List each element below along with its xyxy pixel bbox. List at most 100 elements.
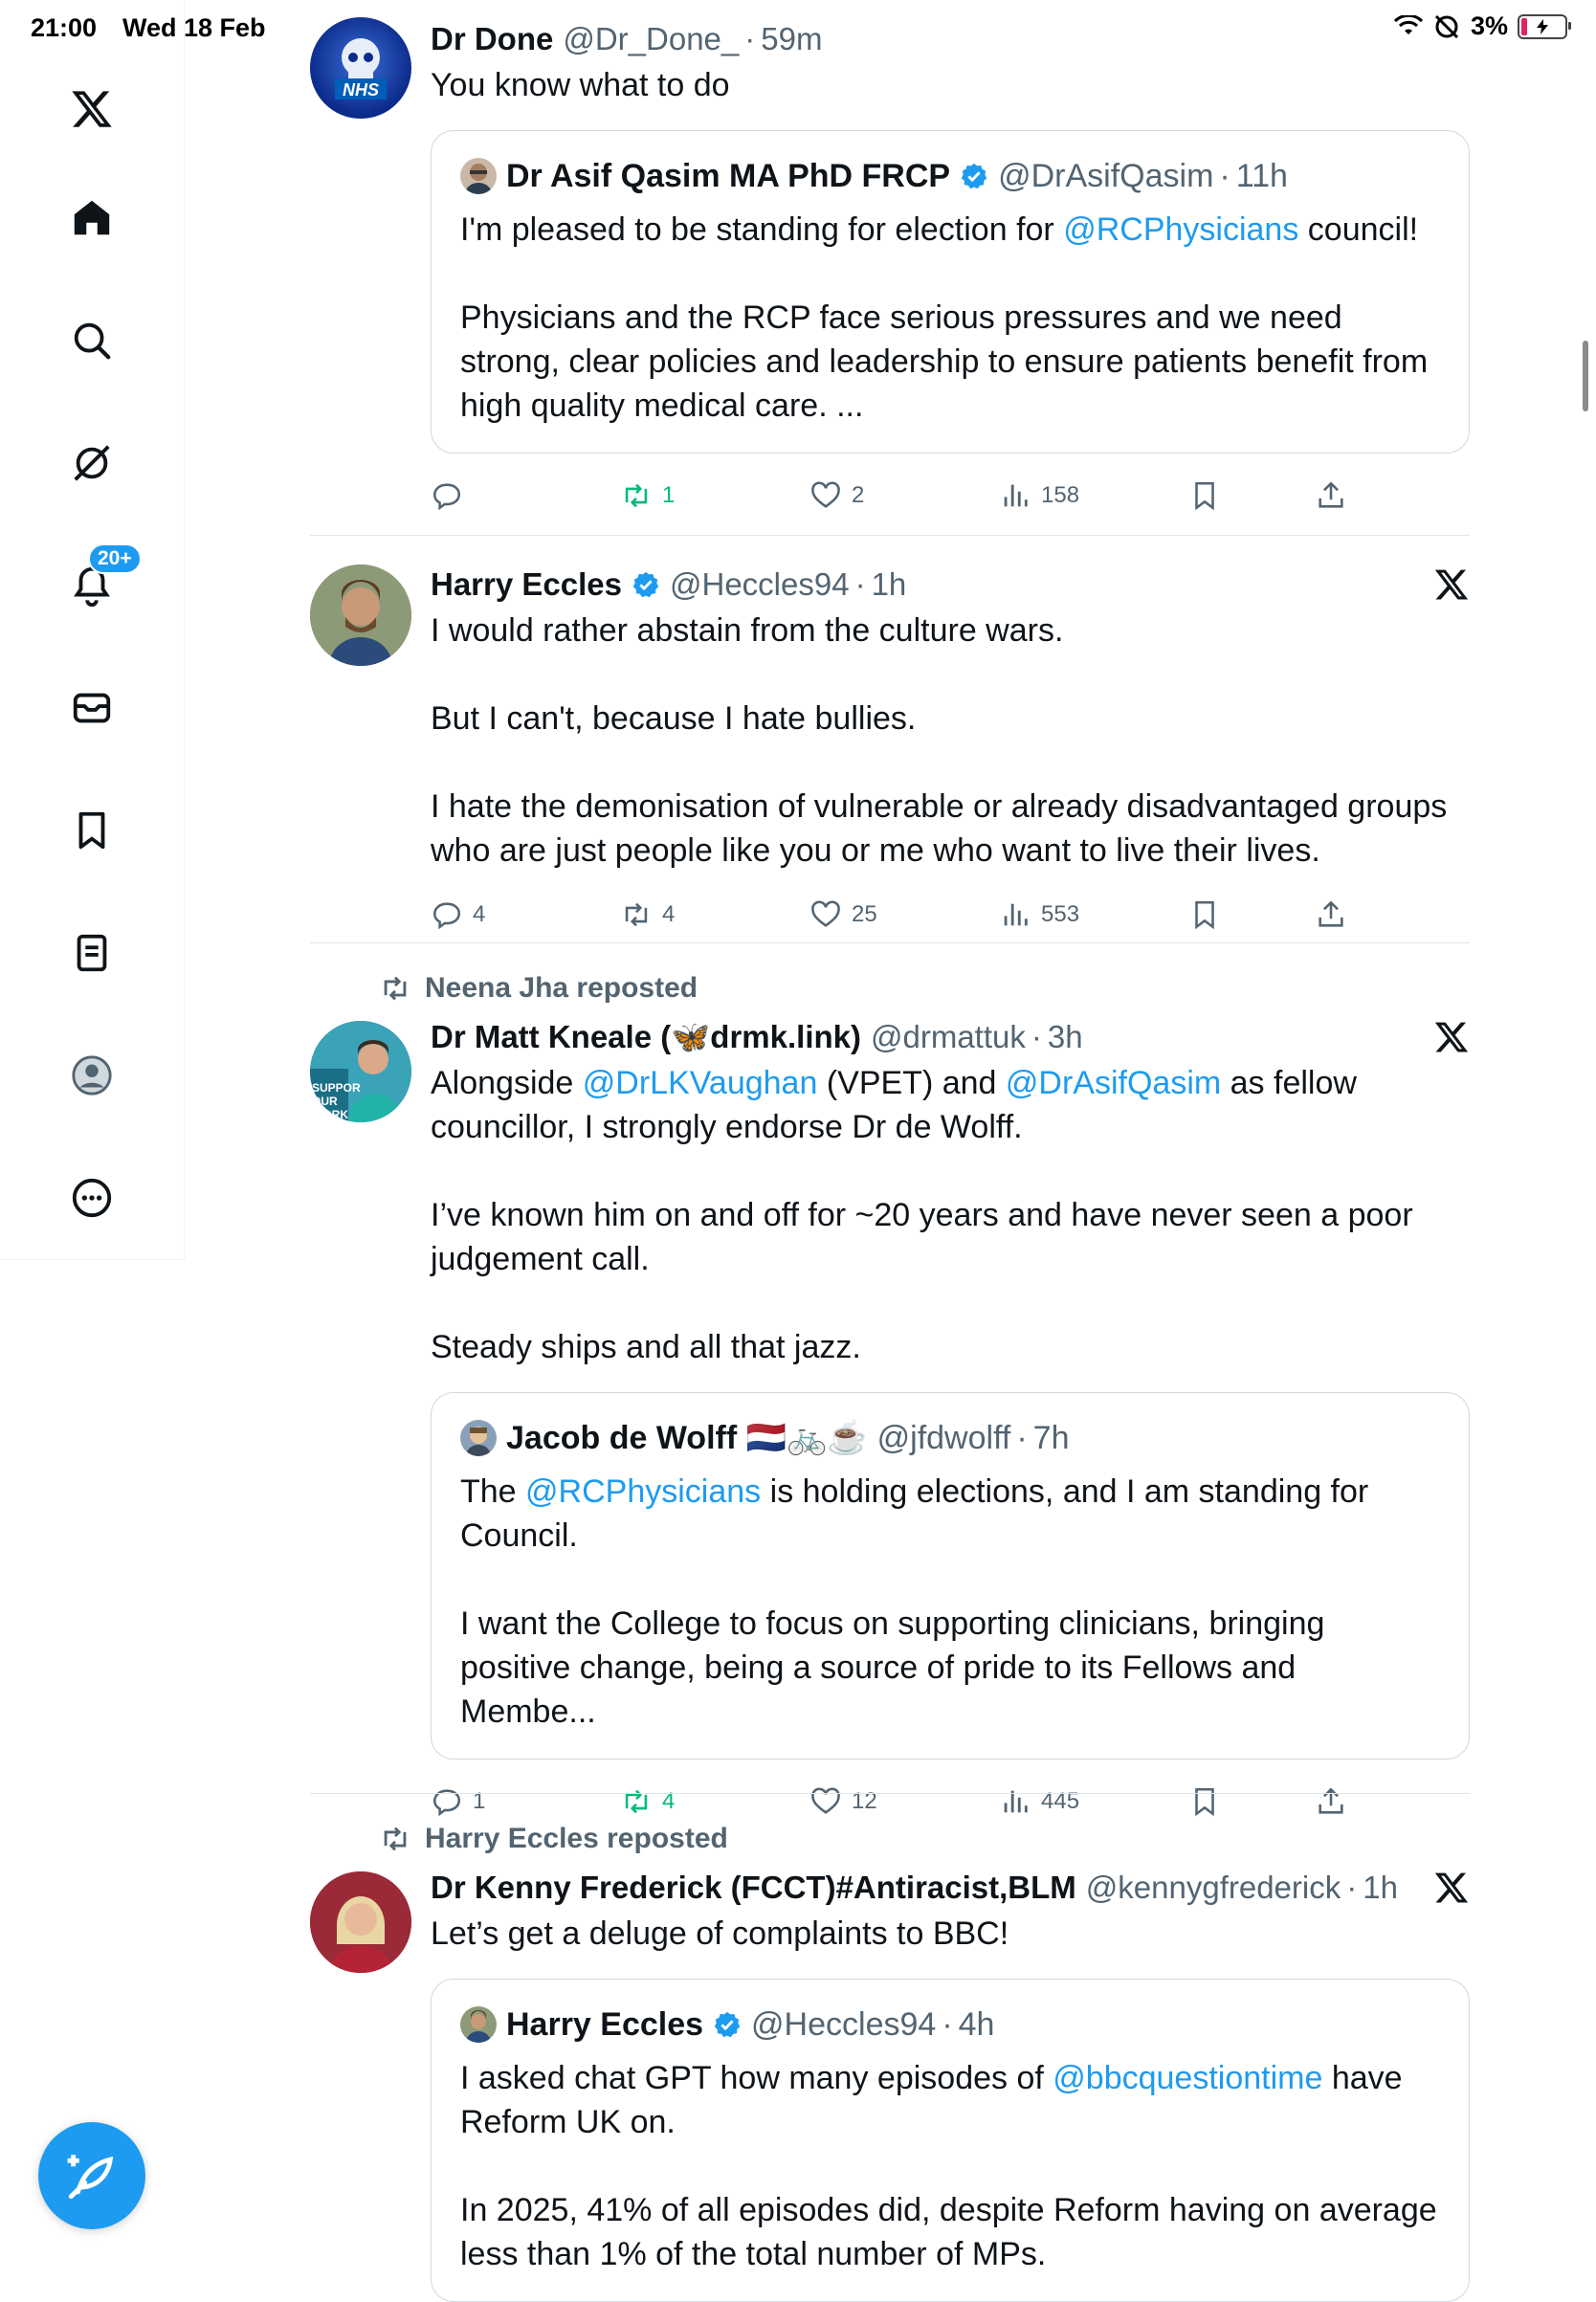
share-button[interactable] xyxy=(1315,471,1347,520)
reply-icon xyxy=(432,483,461,511)
profile-icon[interactable] xyxy=(55,1039,128,1112)
repost-button[interactable]: 4 xyxy=(620,890,675,940)
mention-link[interactable]: @RCPhysicians xyxy=(525,1473,761,1510)
mention-link[interactable]: @bbcquestiontime xyxy=(1053,2060,1322,2096)
lists-icon[interactable] xyxy=(55,917,128,989)
reply-icon xyxy=(432,1789,461,1817)
quote-tweet[interactable]: Dr Asif Qasim MA PhD FRCP @DrAsifQasim · 1… xyxy=(431,130,1470,454)
dot-separator: · xyxy=(942,2005,953,2043)
reposted-by[interactable]: Neena Jha reposted xyxy=(425,972,698,1005)
svg-text:SUPPOR: SUPPOR xyxy=(312,1081,361,1095)
dot-separator: · xyxy=(1219,157,1230,194)
post-text: But I can't, because I hate bullies. xyxy=(431,700,917,737)
quote-avatar xyxy=(460,1420,497,1456)
reply-icon xyxy=(432,902,461,930)
quote-author-name[interactable]: Jacob de Wolff 🇳🇱🚲☕ xyxy=(506,1419,868,1457)
x-logo-icon[interactable] xyxy=(1433,1870,1470,1906)
sidebar: 20+ xyxy=(0,0,185,1260)
repost-count: 4 xyxy=(662,901,676,927)
avatar[interactable] xyxy=(310,1871,411,1973)
quote-author-name[interactable]: Dr Asif Qasim MA PhD FRCP xyxy=(506,158,950,195)
avatar[interactable] xyxy=(310,564,411,666)
like-button[interactable]: 2 xyxy=(809,471,864,520)
post-time[interactable]: 59m xyxy=(761,21,822,57)
bookmark-button[interactable] xyxy=(1188,890,1221,940)
verified-badge-icon xyxy=(714,2011,741,2038)
author-handle[interactable]: @drmattuk xyxy=(871,1019,1026,1055)
search-icon[interactable] xyxy=(55,304,128,377)
heart-icon xyxy=(811,900,840,927)
compose-button[interactable] xyxy=(38,2122,145,2229)
scrollbar[interactable] xyxy=(1583,341,1588,411)
quote-author-handle[interactable]: @DrAsifQasim xyxy=(998,158,1213,195)
x-logo-icon[interactable] xyxy=(55,73,128,145)
author-name[interactable]: Dr Matt Kneale (🦋drmk.link) xyxy=(431,1019,861,1056)
author-name[interactable]: Dr Kenny Frederick (FCCT)#Antiracist,BLM xyxy=(431,1870,1076,1906)
post-actions: 1 2 158 xyxy=(431,471,1470,520)
views-count: 158 xyxy=(1041,482,1080,508)
x-logo-icon[interactable] xyxy=(1433,566,1470,603)
like-button[interactable]: 25 xyxy=(809,890,877,940)
more-icon[interactable] xyxy=(55,1162,128,1234)
dot-separator: · xyxy=(744,21,756,56)
repost-context[interactable]: Harry Eccles reposted xyxy=(379,1820,1470,1858)
dot-separator: · xyxy=(1346,1870,1358,1905)
mention-link[interactable]: @RCPhysicians xyxy=(1063,211,1298,248)
svg-text:OUR: OUR xyxy=(312,1095,338,1108)
grok-icon[interactable] xyxy=(55,427,128,499)
quote-text: In 2025, 41% of all episodes did, despit… xyxy=(460,2192,1437,2272)
post-text: You know what to do xyxy=(431,67,730,103)
x-logo-icon[interactable] xyxy=(1433,1019,1470,1055)
post-text: I hate the demonisation of vulnerable or… xyxy=(431,788,1448,869)
bookmark-button[interactable] xyxy=(1188,471,1221,520)
avatar[interactable]: SUPPOR OUR WORK xyxy=(310,1021,411,1122)
share-button[interactable] xyxy=(1315,890,1347,940)
reply-button[interactable] xyxy=(431,471,473,520)
post-text: I would rather abstain from the culture … xyxy=(431,612,1064,649)
mention-link[interactable]: @DrLKVaughan xyxy=(583,1065,818,1101)
verified-badge-icon xyxy=(961,163,987,189)
battery-icon xyxy=(1518,13,1571,39)
home-icon[interactable] xyxy=(55,182,128,255)
like-count: 2 xyxy=(852,482,865,508)
mail-icon[interactable] xyxy=(55,672,128,744)
views-icon xyxy=(1004,484,1028,507)
post-time[interactable]: 3h xyxy=(1048,1019,1083,1055)
quote-author-handle[interactable]: @Heccles94 xyxy=(751,2006,936,2044)
quote-time[interactable]: 4h xyxy=(959,2006,995,2044)
author-handle[interactable]: @Heccles94 xyxy=(670,566,850,603)
repost-context[interactable]: Neena Jha reposted xyxy=(379,969,1470,1007)
quote-time[interactable]: 11h xyxy=(1236,158,1288,195)
mention-link[interactable]: @DrAsifQasim xyxy=(1006,1065,1221,1101)
post-time[interactable]: 1h xyxy=(872,566,907,603)
author-name[interactable]: Dr Done xyxy=(431,21,553,57)
quote-time[interactable]: 7h xyxy=(1033,1420,1070,1457)
quote-author-name[interactable]: Harry Eccles xyxy=(506,2006,703,2044)
post-time[interactable]: 1h xyxy=(1363,1870,1398,1906)
author-name[interactable]: Harry Eccles xyxy=(431,566,622,603)
author-handle[interactable]: @Dr_Done_ xyxy=(563,21,739,57)
views-button[interactable]: 158 xyxy=(999,471,1079,520)
quote-author-handle[interactable]: @jfdwolff xyxy=(877,1420,1011,1457)
quote-avatar xyxy=(460,158,497,194)
bell-icon[interactable]: 20+ xyxy=(55,543,142,622)
heart-icon xyxy=(811,1787,840,1814)
quote-tweet[interactable]: Jacob de Wolff 🇳🇱🚲☕ @jfdwolff · 7h The @RC… xyxy=(431,1392,1470,1760)
avatar[interactable]: NHS xyxy=(310,17,411,119)
post-actions: 4 4 25 553 xyxy=(431,890,1470,940)
repost-button[interactable]: 1 xyxy=(620,471,675,520)
verified-badge-icon xyxy=(632,571,659,598)
bookmark-icon[interactable] xyxy=(55,794,128,867)
battery-percent: 3% xyxy=(1470,11,1508,40)
reposted-by[interactable]: Harry Eccles reposted xyxy=(425,1823,728,1855)
reply-button[interactable]: 4 xyxy=(431,890,485,940)
quote-text: I want the College to focus on supportin… xyxy=(460,1605,1325,1730)
bookmark-icon xyxy=(1195,1787,1214,1817)
post-text: Let’s get a deluge of complaints to BBC! xyxy=(431,1915,1009,1952)
quote-tweet[interactable]: Harry Eccles @Heccles94 · 4h I asked chat … xyxy=(431,1979,1470,2302)
views-icon xyxy=(1004,903,1028,926)
author-handle[interactable]: @kennygfrederick xyxy=(1086,1870,1341,1906)
post-divider xyxy=(310,535,1470,536)
bookmark-icon xyxy=(1195,900,1214,930)
views-button[interactable]: 553 xyxy=(999,890,1079,940)
